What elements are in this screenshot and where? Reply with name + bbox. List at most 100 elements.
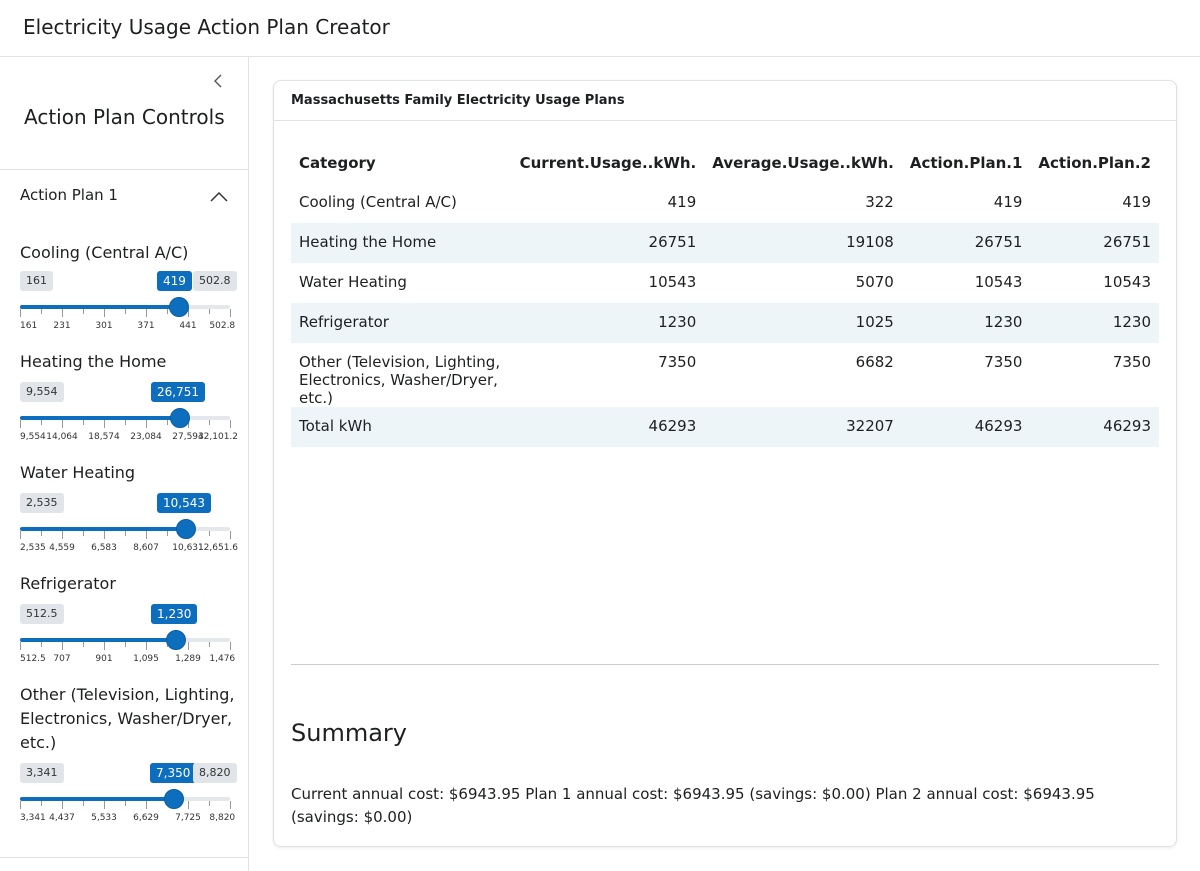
slider-tick xyxy=(125,309,126,314)
slider-tick-label: 707 xyxy=(53,654,71,664)
slider-handle[interactable] xyxy=(168,297,189,317)
slider-tick xyxy=(62,309,63,317)
slider-value-label: 26,751 xyxy=(151,382,205,402)
slider-tick-label: 18,574 xyxy=(88,432,120,442)
slider-handle[interactable] xyxy=(163,789,184,809)
slider-tick-label: 4,437 xyxy=(49,813,75,823)
slider-tick xyxy=(104,309,105,317)
slider-control[interactable]: 2,535 10,543 2,535 4,559 6,583 8,607 10,631 1… xyxy=(20,493,238,553)
collapse-sidebar-button[interactable] xyxy=(208,71,228,91)
slider-tick xyxy=(146,420,147,428)
slider-tick xyxy=(146,309,147,317)
slider-tick xyxy=(167,531,168,536)
slider-tick-label: 8,820 xyxy=(209,813,236,823)
slider-tick-label: 7,725 xyxy=(175,813,201,823)
table-cell: 10543 xyxy=(1103,273,1151,291)
slider-label: Refrigerator xyxy=(20,574,116,593)
slider-tick xyxy=(209,420,210,425)
slider-tick xyxy=(146,531,147,539)
slider-min-label: 512.5 xyxy=(20,604,64,624)
slider-tick xyxy=(20,420,21,428)
table-cell: 1230 xyxy=(901,303,1031,343)
slider-tick xyxy=(230,531,231,539)
slider-tick xyxy=(41,420,42,425)
usage-table: Category Current.Usage..kWh. Average.Usa… xyxy=(291,143,1159,447)
table-cell: 1025 xyxy=(704,303,902,343)
table-cell: 322 xyxy=(865,193,894,211)
slider-tick xyxy=(83,420,84,425)
slider-tick xyxy=(41,531,42,536)
slider-tick xyxy=(41,309,42,314)
slider-ticks xyxy=(20,642,231,652)
slider-tick-label: 441 xyxy=(179,321,197,331)
top-bar: Electricity Usage Action Plan Creator xyxy=(0,0,1200,57)
slider-cooling: Cooling (Central A/C) 161 419 502.8 161 2… xyxy=(20,241,237,331)
slider-tick xyxy=(41,801,42,806)
slider-tick xyxy=(104,801,105,809)
slider-tick-label: 8,607 xyxy=(133,543,159,553)
slider-tick xyxy=(62,642,63,650)
slider-tick xyxy=(104,642,105,650)
slider-max-label: 502.8 xyxy=(193,271,237,291)
slider-value-label: 419 xyxy=(157,271,192,291)
slider-ticks xyxy=(20,531,231,541)
slider-tick-label: 4,559 xyxy=(49,543,75,553)
slider-control[interactable]: 512.5 1,230 512.5 707 901 1,095 1,289 1,476 xyxy=(20,604,235,664)
table-cell: 7350 xyxy=(1112,353,1151,371)
slider-tick xyxy=(41,642,42,647)
table-cell: 7350 xyxy=(658,353,697,371)
table-cell: 26751 xyxy=(1030,223,1159,263)
slider-control[interactable]: 161 419 502.8 161 231 301 371 441 502.8 xyxy=(20,271,237,331)
slider-tick-label: 32,101.2 xyxy=(197,432,239,442)
column-header: Action.Plan.1 xyxy=(909,154,1023,172)
slider-tick-label: 23,084 xyxy=(130,432,162,442)
table-cell: 46293 xyxy=(901,407,1031,447)
table-row: Water Heating 10543 5070 10543 10543 xyxy=(291,263,1159,303)
table-cell: 19108 xyxy=(704,223,902,263)
sidebar: Action Plan Controls Action Plan 1 Cooli… xyxy=(0,57,249,871)
slider-tick-label: 2,535 xyxy=(20,543,46,553)
slider-tick-label: 9,554 xyxy=(20,432,46,442)
slider-tick xyxy=(83,642,84,647)
slider-max-label: 8,820 xyxy=(193,763,237,783)
table-cell: 419 xyxy=(667,193,697,211)
slider-water-heating: Water Heating 2,535 10,543 2,535 4,559 6,5… xyxy=(20,461,238,553)
column-header: Current.Usage..kWh. xyxy=(519,154,697,172)
slider-control[interactable]: 3,341 7,350 8,820 3,341 4,437 5,533 6,629 7,… xyxy=(20,763,237,823)
slider-control[interactable]: 9,554 26,751 9,554 14,064 18,574 23,084 27,5… xyxy=(20,382,239,442)
slider-tick-label: 231 xyxy=(53,321,71,331)
slider-tick xyxy=(20,309,21,317)
table-header-row: Category Current.Usage..kWh. Average.Usa… xyxy=(291,143,1159,183)
slider-tick xyxy=(20,642,21,650)
slider-tick xyxy=(62,801,63,809)
slider-value-label: 10,543 xyxy=(157,493,211,513)
slider-tick xyxy=(167,420,168,425)
summary-text: Current annual cost: $6943.95 Plan 1 ann… xyxy=(291,785,1095,826)
slider-tick xyxy=(125,642,126,647)
slider-tick xyxy=(167,309,168,314)
slider-label: Other (Television, Lighting, Electronics… xyxy=(20,685,235,752)
slider-tick xyxy=(209,309,210,314)
slider-tick xyxy=(146,642,147,650)
slider-ticks xyxy=(20,309,231,319)
slider-tick xyxy=(83,531,84,536)
table-cell: Water Heating xyxy=(299,273,407,291)
table-row: Cooling (Central A/C) 419 322 419 419 xyxy=(291,183,1159,223)
slider-tick-label: 14,064 xyxy=(46,432,78,442)
slider-tick xyxy=(83,801,84,806)
slider-tick xyxy=(62,531,63,539)
slider-tick-label: 371 xyxy=(137,321,155,331)
sidebar-divider xyxy=(0,169,249,170)
accordion-action-plan-1[interactable]: Action Plan 1 xyxy=(0,179,249,215)
table-row-total: Total kWh 46293 32207 46293 46293 xyxy=(291,407,1159,447)
slider-handle[interactable] xyxy=(176,519,197,539)
slider-tick xyxy=(146,801,147,809)
table-cell: 1230 xyxy=(1030,303,1159,343)
slider-tick-label: 512.5 xyxy=(20,654,46,664)
table-cell: 1230 xyxy=(511,303,705,343)
table-row: Other (Television, Lighting, Electronics… xyxy=(291,343,1159,407)
column-header: Average.Usage..kWh. xyxy=(712,154,894,172)
sidebar-divider xyxy=(0,857,249,858)
slider-tick xyxy=(209,531,210,536)
slider-label: Water Heating xyxy=(20,463,136,482)
